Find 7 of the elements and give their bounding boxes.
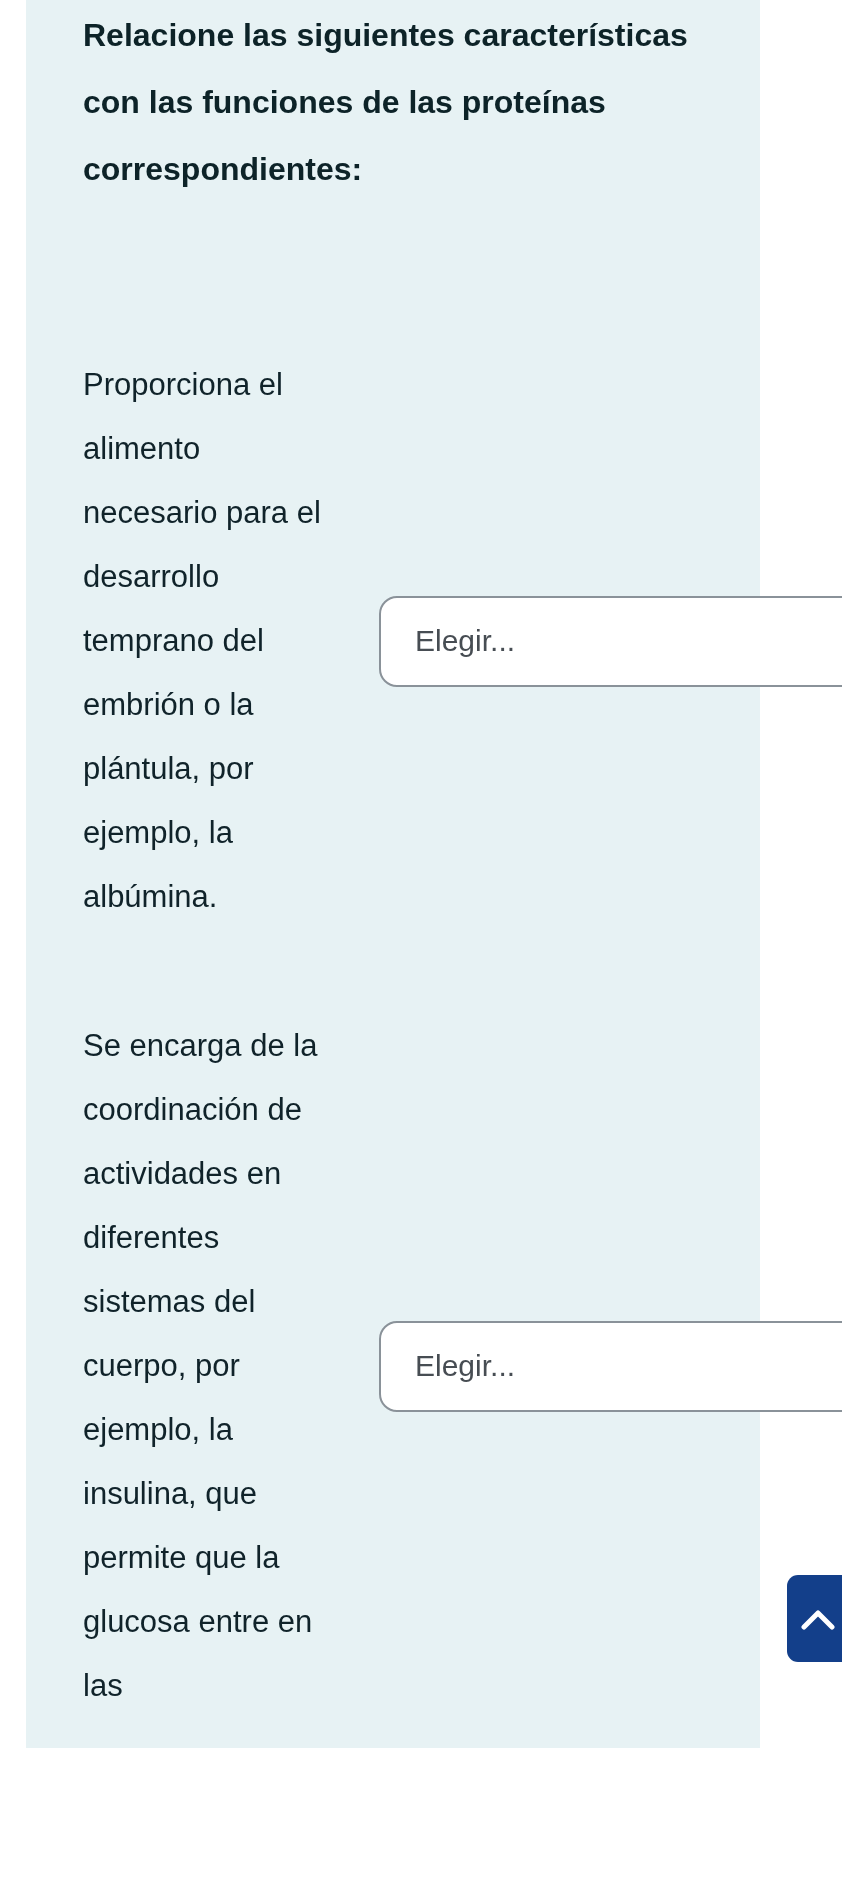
back-to-top-button[interactable]: [787, 1575, 842, 1662]
statement-text: Proporciona el alimento necesario para el desarrollo temprano del embrión o la plántula, por ejemplo, la albúmina.: [83, 366, 322, 916]
chevron-up-icon: [801, 1607, 835, 1630]
question-text: Relacione las siguientes características con las funciones de las proteínas correspondientes:: [83, 16, 689, 189]
dropdown-field[interactable]: Elegir...: [379, 595, 842, 687]
dropdown-field[interactable]: Elegir...: [379, 1320, 842, 1412]
statement-text: Se encarga de la coordinación de actividades en diferentes sistemas del cuerpo, por ejemplo, la insulina, que permite que la glucosa entre en las: [83, 1027, 319, 1705]
